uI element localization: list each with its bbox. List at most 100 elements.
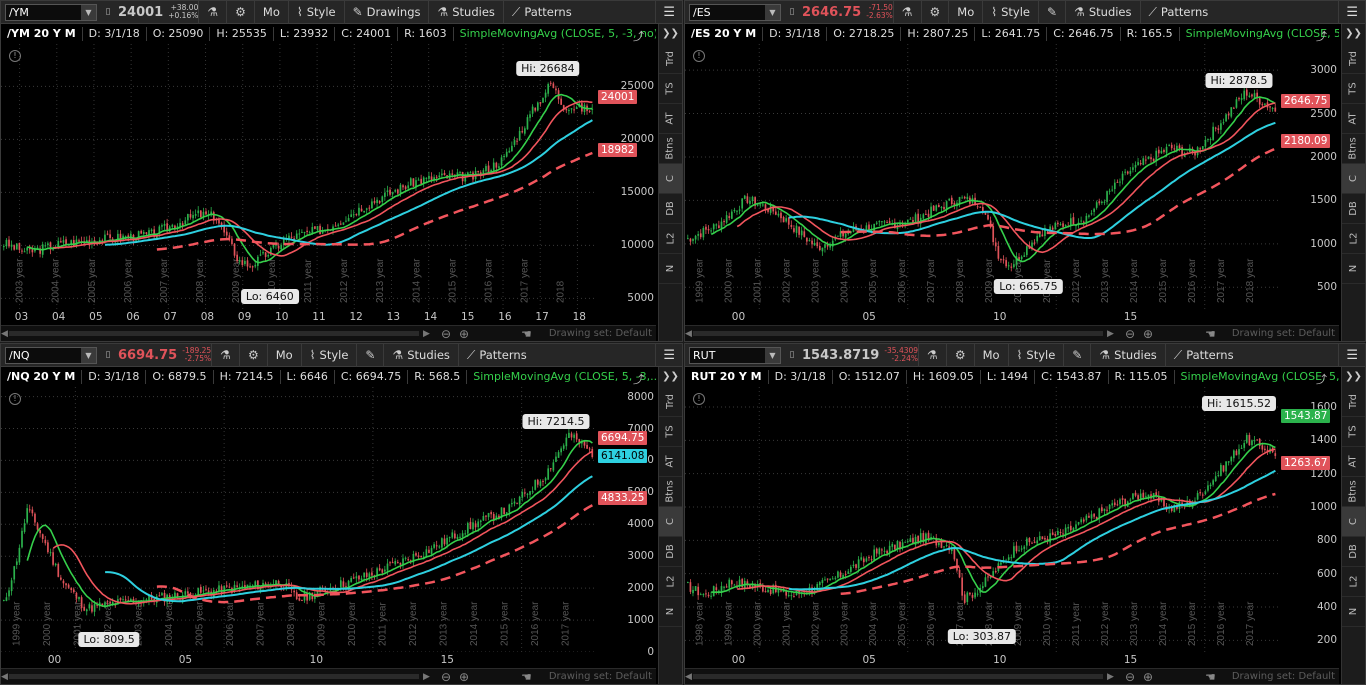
style-button[interactable]: ⌇ Style <box>300 344 357 367</box>
side-button-n[interactable]: N <box>1341 597 1365 627</box>
time-scrollbar[interactable] <box>9 331 419 336</box>
chart-panel-rut[interactable]: RUT ▼ ▯ 1543.8719 -35.4309 -2.24% ⚗ ⚙ Mo ⌇ Style ✎ ⚗… <box>684 343 1366 685</box>
zoom-in-icon[interactable]: ⊕ <box>1143 670 1153 684</box>
side-button-ts[interactable]: TS <box>1341 417 1365 447</box>
drawings-button[interactable]: ✎ <box>356 344 383 367</box>
info-icon[interactable]: ! <box>693 50 705 62</box>
mo-button[interactable]: Mo <box>266 344 301 367</box>
side-button-db[interactable]: DB <box>1341 194 1365 224</box>
side-button-l2[interactable]: L2 <box>1341 224 1365 254</box>
flask-button[interactable]: ⚗ <box>198 1 226 24</box>
price-plot[interactable]: 1998 year 1999 year 2000 year 2001 year 2002… <box>685 387 1279 652</box>
scroll-left-icon[interactable]: ◀ <box>1 672 8 682</box>
link-icon[interactable]: ▯ <box>100 5 116 20</box>
drawing-set-label[interactable]: Drawing set: Default <box>549 671 652 682</box>
side-button-db[interactable]: DB <box>1341 537 1365 567</box>
pan-hand-icon[interactable]: ☚ <box>1205 327 1216 341</box>
chart-panel-ym[interactable]: /YM ▼ ▯ 24001 +38.00 +0.16% ⚗ ⚙ Mo ⌇ Style ✎ Drawing… <box>0 0 683 342</box>
mo-button[interactable]: Mo <box>253 1 288 24</box>
side-button-c[interactable]: C <box>1341 164 1365 194</box>
studies-button[interactable]: ⚗ Studies <box>383 344 457 367</box>
scroll-right-icon[interactable]: ▶ <box>423 329 430 339</box>
study-label[interactable]: SimpleMovingAvg (CLOSE, 5, -3,... <box>1175 370 1339 384</box>
symbol-input[interactable]: RUT ▼ <box>689 346 781 364</box>
side-button-btns[interactable]: Btns <box>1341 134 1365 164</box>
info-icon[interactable]: ! <box>9 50 21 62</box>
side-button-ts[interactable]: TS <box>1341 74 1365 104</box>
chevron-down-icon[interactable]: ▼ <box>81 4 96 20</box>
patterns-button[interactable]: ⟋ Patterns <box>1164 344 1242 367</box>
side-button-btns[interactable]: Btns <box>658 477 682 507</box>
symbol-input[interactable]: /NQ ▼ <box>5 346 97 364</box>
zoom-in-icon[interactable]: ⊕ <box>459 670 469 684</box>
side-button-l2[interactable]: L2 <box>658 224 682 254</box>
studies-button[interactable]: ⚗ Studies <box>1065 1 1139 24</box>
drawings-button[interactable]: ✎ <box>1038 1 1065 24</box>
side-button-at[interactable]: AT <box>658 447 682 477</box>
symbol-input[interactable]: /ES ▼ <box>689 3 781 21</box>
style-button[interactable]: ⌇ Style <box>982 1 1038 24</box>
menu-icon[interactable]: ☰ <box>655 1 682 24</box>
side-button-db[interactable]: DB <box>658 537 682 567</box>
settings-button[interactable]: ⚙ <box>945 344 974 367</box>
flask-button[interactable]: ⚗ <box>892 1 921 24</box>
price-axis[interactable]: 8000700060005000400030002000100006694.75… <box>596 387 658 658</box>
drawings-button[interactable]: ✎ Drawings <box>343 1 429 24</box>
patterns-button[interactable]: ⟋ Patterns <box>502 1 580 24</box>
side-button-trd[interactable]: Trd <box>658 387 682 417</box>
collapse-icon[interactable]: ❯❯ <box>662 367 679 387</box>
chevron-down-icon[interactable]: ▼ <box>765 4 780 20</box>
link-icon[interactable]: ▯ <box>100 348 116 363</box>
patterns-button[interactable]: ⟋ Patterns <box>457 344 535 367</box>
zoom-out-icon[interactable]: ⊖ <box>1125 327 1135 341</box>
symbol-input[interactable]: /YM ▼ <box>5 3 97 21</box>
expand-icon[interactable]: ⤴ <box>1316 28 1327 44</box>
collapse-icon[interactable]: ❯❯ <box>1345 367 1362 387</box>
menu-icon[interactable]: ☰ <box>1338 1 1365 24</box>
flask-button[interactable]: ⚗ <box>918 344 946 367</box>
link-icon[interactable]: ▯ <box>784 5 800 20</box>
drawing-set-label[interactable]: Drawing set: Default <box>1232 328 1335 339</box>
chevron-down-icon[interactable]: ▼ <box>765 347 780 363</box>
side-button-ts[interactable]: TS <box>658 74 682 104</box>
scroll-left-icon[interactable]: ◀ <box>685 329 692 339</box>
zoom-out-icon[interactable]: ⊖ <box>441 670 451 684</box>
scroll-right-icon[interactable]: ▶ <box>1107 672 1114 682</box>
info-icon[interactable]: ! <box>9 393 21 405</box>
zoom-in-icon[interactable]: ⊕ <box>1143 327 1153 341</box>
collapse-icon[interactable]: ❯❯ <box>662 24 679 44</box>
studies-button[interactable]: ⚗ Studies <box>1090 344 1164 367</box>
side-button-db[interactable]: DB <box>658 194 682 224</box>
scroll-right-icon[interactable]: ▶ <box>423 672 430 682</box>
mo-button[interactable]: Mo <box>948 1 982 24</box>
patterns-button[interactable]: ⟋ Patterns <box>1139 1 1217 24</box>
side-button-c[interactable]: C <box>658 164 682 194</box>
price-plot[interactable]: 1999 year 2000 year 2001 year 2002 year 2003… <box>685 44 1279 309</box>
scroll-right-icon[interactable]: ▶ <box>1107 329 1114 339</box>
scroll-left-icon[interactable]: ◀ <box>1 329 8 339</box>
link-icon[interactable]: ▯ <box>784 348 800 363</box>
side-button-n[interactable]: N <box>658 254 682 284</box>
price-axis[interactable]: 1600 1400 1200 1000 800 600 400 200 1543.87 1263.… <box>1279 387 1341 652</box>
pan-hand-icon[interactable]: ☚ <box>1205 670 1216 684</box>
side-button-btns[interactable]: Btns <box>1341 477 1365 507</box>
chevron-down-icon[interactable]: ▼ <box>81 347 96 363</box>
flask-button[interactable]: ⚗ <box>211 344 239 367</box>
side-button-c[interactable]: C <box>658 507 682 537</box>
zoom-out-icon[interactable]: ⊖ <box>441 327 451 341</box>
study-label[interactable]: SimpleMovingAvg (CLOSE, 5, -3,... <box>467 370 656 384</box>
menu-icon[interactable]: ☰ <box>1338 344 1365 367</box>
drawing-set-label[interactable]: Drawing set: Default <box>549 328 652 339</box>
style-button[interactable]: ⌇ Style <box>1007 344 1064 367</box>
scroll-left-icon[interactable]: ◀ <box>685 672 692 682</box>
side-button-c[interactable]: C <box>1341 507 1365 537</box>
side-button-at[interactable]: AT <box>658 104 682 134</box>
side-button-l2[interactable]: L2 <box>1341 567 1365 597</box>
time-scrollbar[interactable] <box>693 331 1103 336</box>
side-button-at[interactable]: AT <box>1341 104 1365 134</box>
chart-panel-es[interactable]: /ES ▼ ▯ 2646.75 -71.50 -2.63% ⚗ ⚙ Mo ⌇ Style ✎ ⚗ Stud… <box>684 0 1366 342</box>
settings-button[interactable]: ⚙ <box>238 344 267 367</box>
side-button-btns[interactable]: Btns <box>658 134 682 164</box>
price-plot[interactable]: 1999 year 2000 year 2001 year 2002 year 2003… <box>1 387 596 652</box>
side-button-l2[interactable]: L2 <box>658 567 682 597</box>
